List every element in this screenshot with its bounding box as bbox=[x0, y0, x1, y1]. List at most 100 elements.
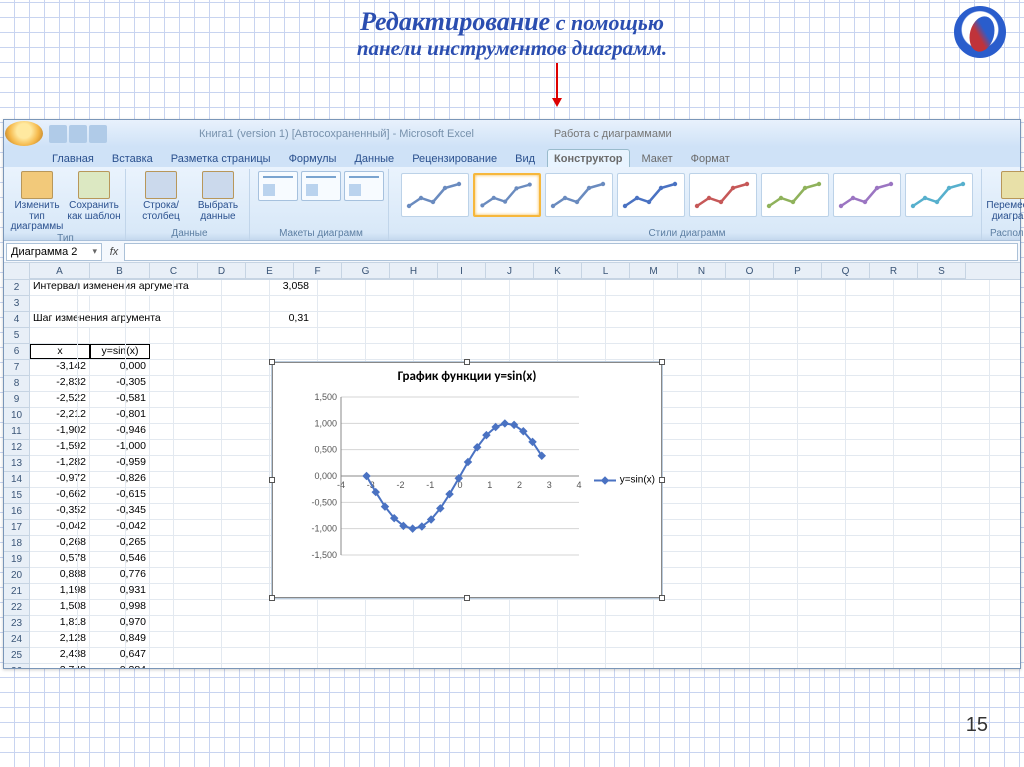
col-header-J[interactable]: J bbox=[486, 263, 534, 279]
cell[interactable]: -0,042 bbox=[90, 520, 150, 535]
cell[interactable]: 1,198 bbox=[30, 584, 90, 599]
cell[interactable]: -1,902 bbox=[30, 424, 90, 439]
cell[interactable]: y=sin(x) bbox=[90, 344, 150, 359]
chart-style-1[interactable] bbox=[401, 173, 469, 217]
row-header-16[interactable]: 16 bbox=[4, 504, 29, 520]
chart-object[interactable]: График функции y=sin(x) -1,500-1,000-0,5… bbox=[272, 362, 662, 598]
cell[interactable]: 1,508 bbox=[30, 600, 90, 615]
tab-review[interactable]: Рецензирование bbox=[406, 150, 503, 167]
col-header-E[interactable]: E bbox=[246, 263, 294, 279]
col-header-I[interactable]: I bbox=[438, 263, 486, 279]
row-header-18[interactable]: 18 bbox=[4, 536, 29, 552]
resize-handle[interactable] bbox=[659, 595, 665, 601]
col-header-Q[interactable]: Q bbox=[822, 263, 870, 279]
tab-format[interactable]: Формат bbox=[685, 150, 736, 167]
cell[interactable]: 2,128 bbox=[30, 632, 90, 647]
cell[interactable]: 0,888 bbox=[30, 568, 90, 583]
tab-home[interactable]: Главная bbox=[46, 150, 100, 167]
cell[interactable]: Шаг изменения агрумента0,31 bbox=[30, 312, 1020, 328]
cell[interactable]: -0,345 bbox=[90, 504, 150, 519]
cell[interactable]: -1,282 bbox=[30, 456, 90, 471]
row-header-6[interactable]: 6 bbox=[4, 344, 29, 360]
select-data-button[interactable]: Выбрать данные bbox=[191, 171, 245, 222]
qat-save-icon[interactable] bbox=[49, 125, 67, 143]
cell[interactable]: -0,959 bbox=[90, 456, 150, 471]
row-header-20[interactable]: 20 bbox=[4, 568, 29, 584]
chart-style-6[interactable] bbox=[761, 173, 829, 217]
cell[interactable]: 0,931 bbox=[90, 584, 150, 599]
cell[interactable]: Интервал изменения аргумента3,058 bbox=[30, 280, 1020, 296]
cell[interactable]: 0,776 bbox=[90, 568, 150, 583]
row-header-10[interactable]: 10 bbox=[4, 408, 29, 424]
cell[interactable]: -0,662 bbox=[30, 488, 90, 503]
row-header-9[interactable]: 9 bbox=[4, 392, 29, 408]
name-box[interactable]: Диаграмма 2▾ bbox=[6, 243, 102, 261]
office-button[interactable] bbox=[5, 121, 43, 146]
switch-row-col-button[interactable]: Строка/столбец bbox=[134, 171, 188, 222]
row-header-17[interactable]: 17 bbox=[4, 520, 29, 536]
col-header-F[interactable]: F bbox=[294, 263, 342, 279]
change-chart-type-button[interactable]: Изменить тип диаграммы bbox=[10, 171, 64, 233]
chart-plot-area[interactable]: -1,500-1,000-0,5000,0000,5001,0001,500-4… bbox=[303, 393, 583, 573]
cell[interactable]: -0,042 bbox=[30, 520, 90, 535]
row-header-2[interactable]: 2 bbox=[4, 280, 29, 296]
tab-layout[interactable]: Макет bbox=[636, 150, 679, 167]
row-header-21[interactable]: 21 bbox=[4, 584, 29, 600]
cell[interactable]: -3,142 bbox=[30, 360, 90, 375]
cell[interactable]: -0,826 bbox=[90, 472, 150, 487]
cell[interactable] bbox=[90, 296, 150, 311]
cell[interactable]: -1,000 bbox=[90, 440, 150, 455]
layout-thumb-3[interactable] bbox=[344, 171, 384, 201]
chart-style-3[interactable] bbox=[545, 173, 613, 217]
cell[interactable]: -0,801 bbox=[90, 408, 150, 423]
cell[interactable]: 0,384 bbox=[90, 664, 150, 668]
cell[interactable]: 0,970 bbox=[90, 616, 150, 631]
cell[interactable]: 0,578 bbox=[30, 552, 90, 567]
cell[interactable]: 1,818 bbox=[30, 616, 90, 631]
row-header-22[interactable]: 22 bbox=[4, 600, 29, 616]
row-header-7[interactable]: 7 bbox=[4, 360, 29, 376]
tab-view[interactable]: Вид bbox=[509, 150, 541, 167]
row-header-11[interactable]: 11 bbox=[4, 424, 29, 440]
qat-redo-icon[interactable] bbox=[89, 125, 107, 143]
cell[interactable]: 0,000 bbox=[90, 360, 150, 375]
tab-formulas[interactable]: Формулы bbox=[283, 150, 343, 167]
cell[interactable]: -0,972 bbox=[30, 472, 90, 487]
row-header-5[interactable]: 5 bbox=[4, 328, 29, 344]
cell[interactable]: 2,748 bbox=[30, 664, 90, 668]
row-header-24[interactable]: 24 bbox=[4, 632, 29, 648]
col-header-R[interactable]: R bbox=[870, 263, 918, 279]
resize-handle[interactable] bbox=[464, 595, 470, 601]
col-header-G[interactable]: G bbox=[342, 263, 390, 279]
cell[interactable]: -2,522 bbox=[30, 392, 90, 407]
chart-style-5[interactable] bbox=[689, 173, 757, 217]
resize-handle[interactable] bbox=[659, 359, 665, 365]
chevron-down-icon[interactable]: ▾ bbox=[92, 246, 97, 257]
col-header-B[interactable]: B bbox=[90, 263, 150, 279]
resize-handle[interactable] bbox=[269, 359, 275, 365]
resize-handle[interactable] bbox=[464, 359, 470, 365]
resize-handle[interactable] bbox=[269, 477, 275, 483]
cell[interactable]: -2,832 bbox=[30, 376, 90, 391]
cell[interactable]: -0,352 bbox=[30, 504, 90, 519]
col-header-L[interactable]: L bbox=[582, 263, 630, 279]
col-header-H[interactable]: H bbox=[390, 263, 438, 279]
cell[interactable]: 0,546 bbox=[90, 552, 150, 567]
cell[interactable]: -0,305 bbox=[90, 376, 150, 391]
resize-handle[interactable] bbox=[269, 595, 275, 601]
cell[interactable]: 2,438 bbox=[30, 648, 90, 663]
cell[interactable]: 0,647 bbox=[90, 648, 150, 663]
row-header-19[interactable]: 19 bbox=[4, 552, 29, 568]
chart-style-7[interactable] bbox=[833, 173, 901, 217]
col-header-M[interactable]: M bbox=[630, 263, 678, 279]
layout-thumb-1[interactable] bbox=[258, 171, 298, 201]
cell[interactable]: -0,581 bbox=[90, 392, 150, 407]
tab-design[interactable]: Конструктор bbox=[547, 149, 629, 167]
cell[interactable]: -0,615 bbox=[90, 488, 150, 503]
col-header-S[interactable]: S bbox=[918, 263, 966, 279]
cell[interactable]: -0,946 bbox=[90, 424, 150, 439]
col-header-K[interactable]: K bbox=[534, 263, 582, 279]
col-header-C[interactable]: C bbox=[150, 263, 198, 279]
resize-handle[interactable] bbox=[659, 477, 665, 483]
cell[interactable]: 0,998 bbox=[90, 600, 150, 615]
